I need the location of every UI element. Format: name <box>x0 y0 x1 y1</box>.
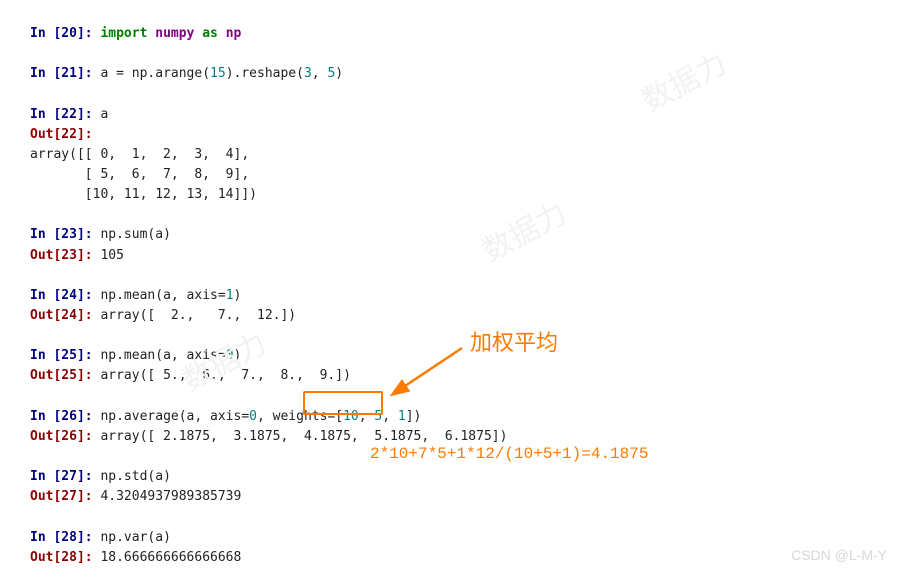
code-26b: , weights=[ <box>257 409 343 424</box>
code-26d: , <box>382 409 398 424</box>
out28-val: 18.666666666666668 <box>100 550 241 565</box>
out-prompt-23: Out[23]: <box>30 248 100 263</box>
code-21b: ).reshape( <box>226 66 304 81</box>
num-3: 3 <box>304 66 312 81</box>
kw-import: import <box>100 26 147 41</box>
code-27: np.std(a) <box>100 469 170 484</box>
num-26-1: 10 <box>343 409 359 424</box>
alias-np: np <box>226 26 242 41</box>
code-25a: np.mean(a, axis= <box>100 348 225 363</box>
in-prompt-24: In [24]: <box>30 288 100 303</box>
in-prompt-22: In [22]: <box>30 107 100 122</box>
code-24a: np.mean(a, axis= <box>100 288 225 303</box>
num-axis0: 0 <box>226 348 234 363</box>
in-prompt-20: In [20]: <box>30 26 100 41</box>
code-21c: , <box>312 66 328 81</box>
in-prompt-25: In [25]: <box>30 348 100 363</box>
in-prompt-26: In [26]: <box>30 409 100 424</box>
code-26a: np.average(a, axis= <box>100 409 249 424</box>
out22-line1: array([[ 0, 1, 2, 3, 4], <box>30 147 249 162</box>
out26-val: array([ 2.1875, 3.1875, 4.1875, 5.1875, … <box>100 429 507 444</box>
num-26-0: 0 <box>249 409 257 424</box>
code-26c: , <box>359 409 375 424</box>
out-prompt-25: Out[25]: <box>30 368 100 383</box>
space <box>218 26 226 41</box>
num-26-3: 1 <box>398 409 406 424</box>
module-numpy: numpy <box>155 26 194 41</box>
out-prompt-27: Out[27]: <box>30 489 100 504</box>
code-28: np.var(a) <box>100 530 170 545</box>
num-axis1: 1 <box>226 288 234 303</box>
code-21d: ) <box>335 66 343 81</box>
code-22: a <box>100 107 108 122</box>
out24-val: array([ 2., 7., 12.]) <box>100 308 296 323</box>
kw-as: as <box>202 26 218 41</box>
code-21a: a = np.arange( <box>100 66 210 81</box>
in-prompt-23: In [23]: <box>30 227 100 242</box>
code-23: np.sum(a) <box>100 227 170 242</box>
out23-val: 105 <box>100 248 123 263</box>
num-15: 15 <box>210 66 226 81</box>
out25-val: array([ 5., 6., 7., 8., 9.]) <box>100 368 350 383</box>
out27-val: 4.3204937989385739 <box>100 489 241 504</box>
code-26e: ]) <box>406 409 422 424</box>
in-prompt-27: In [27]: <box>30 469 100 484</box>
code-25b: ) <box>234 348 242 363</box>
ipython-code-block: In [20]: import numpy as np In [21]: a =… <box>0 0 901 588</box>
out22-line2: [ 5, 6, 7, 8, 9], <box>30 167 249 182</box>
code-24b: ) <box>234 288 242 303</box>
out-prompt-26: Out[26]: <box>30 429 100 444</box>
out-prompt-24: Out[24]: <box>30 308 100 323</box>
in-prompt-21: In [21]: <box>30 66 100 81</box>
out-prompt-22: Out[22]: <box>30 127 93 142</box>
out22-line3: [10, 11, 12, 13, 14]]) <box>30 187 257 202</box>
out-prompt-28: Out[28]: <box>30 550 100 565</box>
in-prompt-28: In [28]: <box>30 530 100 545</box>
